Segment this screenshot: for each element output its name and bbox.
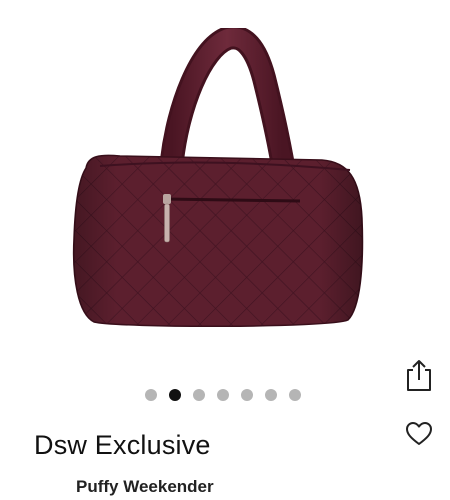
product-image[interactable] — [60, 25, 380, 338]
product-brand: Dsw Exclusive — [34, 430, 211, 460]
heart-icon — [406, 422, 432, 445]
carousel-dot-active[interactable] — [169, 389, 181, 401]
image-carousel-indicator — [145, 388, 310, 402]
share-icon — [407, 360, 431, 391]
carousel-dot[interactable] — [193, 389, 205, 401]
share-button[interactable] — [402, 357, 436, 393]
carousel-dot[interactable] — [217, 389, 229, 401]
carousel-dot[interactable] — [145, 389, 157, 401]
product-name: Puffy Weekender — [76, 477, 214, 496]
favorite-button[interactable] — [403, 418, 435, 450]
carousel-dot[interactable] — [289, 389, 301, 401]
carousel-dot[interactable] — [265, 389, 277, 401]
carousel-dot[interactable] — [241, 389, 253, 401]
